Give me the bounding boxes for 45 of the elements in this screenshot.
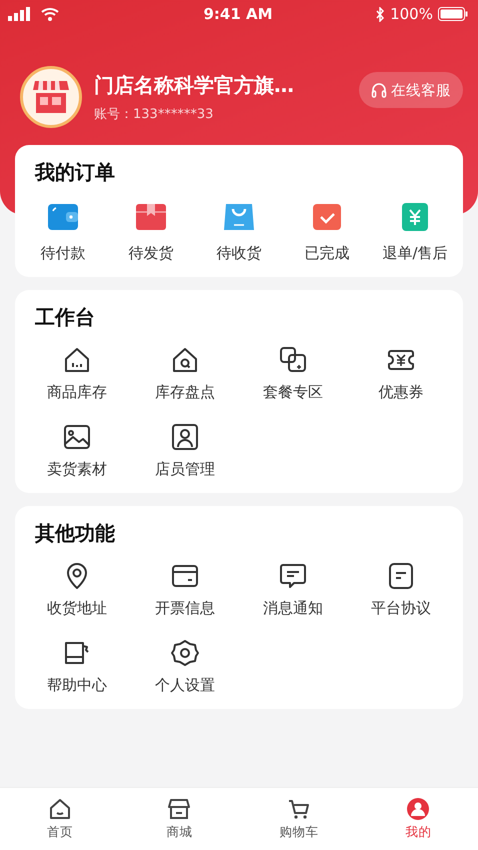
tab[interactable]: 我的 <box>358 788 478 850</box>
shop-icon <box>167 797 192 821</box>
tab[interactable]: 购物车 <box>239 788 358 850</box>
house-chart-icon <box>62 345 92 375</box>
menu-item[interactable]: 优惠券 <box>347 341 455 406</box>
status-time: 9:41 AM <box>203 5 273 23</box>
section-title: 工作台 <box>35 304 96 331</box>
menu-item[interactable]: 收货地址 <box>23 557 131 622</box>
message-icon <box>278 561 308 591</box>
menu-item[interactable]: 商品库存 <box>23 341 131 406</box>
image-icon <box>62 422 92 452</box>
house-search-icon <box>170 345 200 375</box>
battery-icon <box>438 7 468 21</box>
document-icon <box>386 561 416 591</box>
overlapping-squares-icon <box>278 345 308 375</box>
store-name: 门店名称科学官方旗… <box>94 72 295 98</box>
menu-item[interactable]: 开票信息 <box>131 557 239 622</box>
menu-item[interactable]: 待收货 <box>195 196 283 267</box>
store-icon <box>33 81 69 113</box>
menu-item[interactable]: 待发货 <box>107 196 195 267</box>
account-number: 账号：133******33 <box>94 106 214 122</box>
menu-item[interactable]: 退单/售后 <box>371 196 459 267</box>
section-title: 其他功能 <box>35 520 116 547</box>
menu-item[interactable]: 库存盘点 <box>131 341 239 406</box>
headset-icon <box>371 82 387 98</box>
bluetooth-icon <box>375 6 386 22</box>
menu-item[interactable]: 消息通知 <box>239 557 347 622</box>
menu-item[interactable]: 已完成 <box>283 196 371 267</box>
home-icon <box>48 797 72 821</box>
cart-icon <box>286 797 311 821</box>
menu-item[interactable]: 帮助中心 <box>23 634 131 699</box>
menu-item[interactable]: 个人设置 <box>131 634 239 699</box>
menu-item[interactable]: 待付款 <box>19 196 107 267</box>
tab[interactable]: 首页 <box>0 788 120 850</box>
profile-icon <box>406 797 430 821</box>
tab[interactable]: 商城 <box>120 788 239 850</box>
menu-item[interactable]: 卖货素材 <box>23 418 131 483</box>
battery-percent: 100% <box>390 5 433 23</box>
menu-item[interactable]: 平台协议 <box>347 557 455 622</box>
wifi-icon <box>41 7 59 21</box>
settings-icon <box>170 638 200 668</box>
user-card-icon <box>170 422 200 452</box>
menu-item[interactable]: 套餐专区 <box>239 341 347 406</box>
menu-item[interactable]: 店员管理 <box>131 418 239 483</box>
section-title: 我的订单 <box>35 159 116 186</box>
